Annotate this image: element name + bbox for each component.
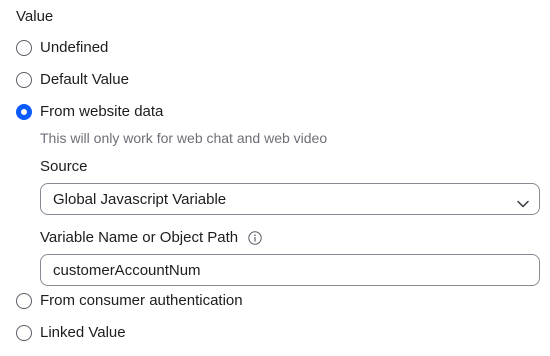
option-from-consumer-authentication[interactable]: From consumer authentication — [16, 291, 243, 311]
source-label: Source — [40, 158, 88, 175]
source-select-value: Global Javascript Variable — [53, 190, 227, 208]
option-label: Undefined — [40, 39, 109, 56]
source-select[interactable]: Global Javascript Variable — [40, 183, 540, 215]
chevron-down-icon — [517, 195, 529, 208]
info-icon[interactable] — [248, 231, 262, 245]
option-undefined[interactable]: Undefined — [16, 38, 108, 58]
option-label: Default Value — [40, 71, 129, 88]
option-default-value[interactable]: Default Value — [16, 70, 129, 90]
value-settings-panel: Value Undefined Default Value From websi… — [0, 0, 550, 356]
variable-label: Variable Name or Object Path — [40, 229, 239, 246]
radio-button[interactable] — [16, 72, 32, 88]
option-linked-value[interactable]: Linked Value — [16, 323, 126, 343]
variable-path-input[interactable] — [40, 254, 540, 286]
radio-button-selected[interactable] — [16, 104, 32, 120]
radio-button[interactable] — [16, 40, 32, 56]
option-label: From consumer authentication — [40, 292, 243, 309]
helper-text: This will only work for web chat and web… — [40, 130, 328, 146]
radio-button[interactable] — [16, 325, 32, 341]
radio-button[interactable] — [16, 293, 32, 309]
variable-label-row: Variable Name or Object Path — [40, 228, 262, 248]
option-label: Linked Value — [40, 324, 126, 341]
option-label: From website data — [40, 103, 164, 120]
section-title: Value — [16, 8, 54, 25]
option-from-website-data[interactable]: From website data — [16, 102, 163, 122]
